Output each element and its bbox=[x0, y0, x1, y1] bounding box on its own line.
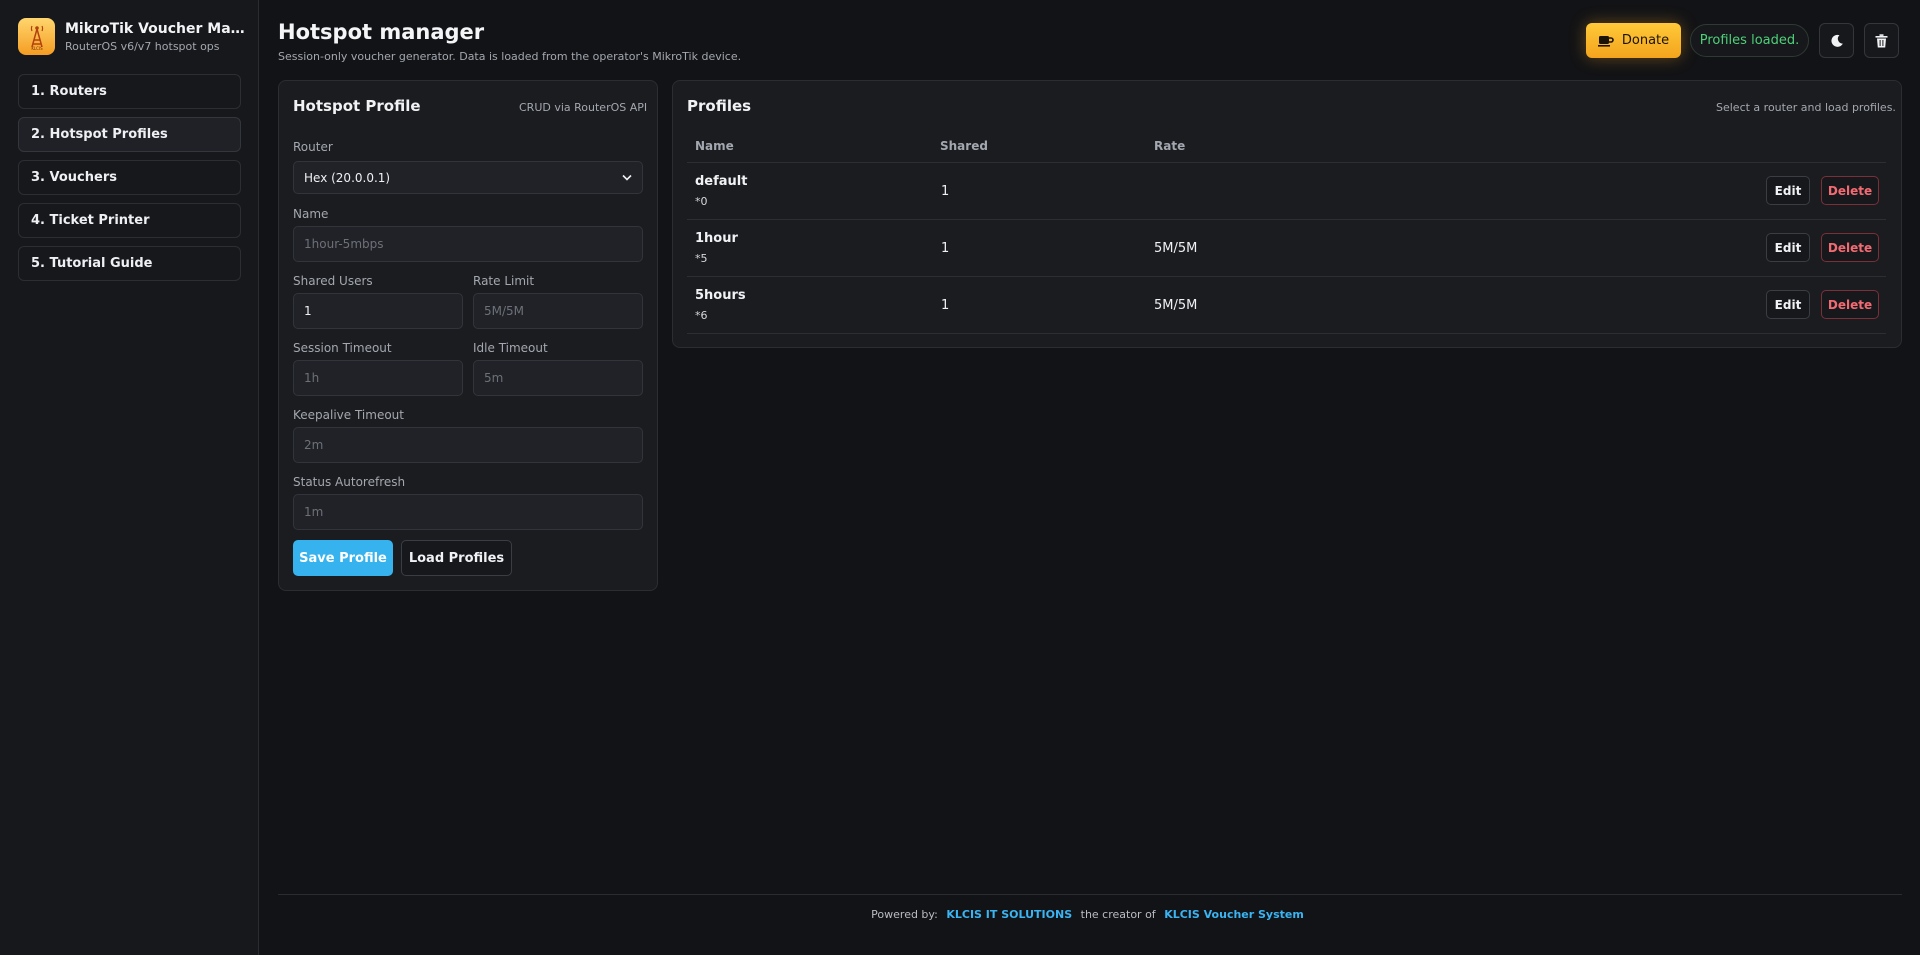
idle-timeout-label: Idle Timeout bbox=[473, 341, 548, 355]
clear-data-button[interactable] bbox=[1864, 23, 1899, 58]
status-autorefresh-label: Status Autorefresh bbox=[293, 475, 406, 489]
delete-button[interactable]: Delete bbox=[1821, 290, 1879, 319]
brand-subtitle: RouterOS v6/v7 hotspot ops bbox=[65, 40, 220, 53]
profile-shared: 1 bbox=[941, 184, 950, 199]
donate-label: Donate bbox=[1621, 33, 1670, 48]
shared-users-label: Shared Users bbox=[293, 274, 373, 288]
profile-rate: 5M/5M bbox=[1154, 241, 1198, 256]
session-timeout-label: Session Timeout bbox=[293, 341, 392, 355]
router-select[interactable]: Hex (20.0.0.1) bbox=[293, 161, 643, 194]
profile-name: default bbox=[695, 174, 748, 189]
footer-middle-text: the creator of bbox=[1080, 908, 1156, 921]
column-header-name: Name bbox=[695, 139, 734, 153]
delete-button[interactable]: Delete bbox=[1821, 233, 1879, 262]
page-subtitle: Session-only voucher generator. Data is … bbox=[278, 50, 742, 63]
footer-company-link[interactable]: KLCIS IT SOLUTIONS bbox=[946, 908, 1072, 921]
status-badge: Profiles loaded. bbox=[1690, 24, 1809, 57]
keepalive-timeout-label: Keepalive Timeout bbox=[293, 408, 404, 422]
chevron-down-icon bbox=[622, 174, 632, 181]
footer-product-link[interactable]: KLCIS Voucher System bbox=[1164, 908, 1304, 921]
hotspot-profile-title: Hotspot Profile bbox=[293, 97, 421, 115]
profile-rate: 5M/5M bbox=[1154, 298, 1198, 313]
status-autorefresh-input[interactable] bbox=[293, 494, 643, 530]
footer-divider bbox=[278, 894, 1902, 895]
profile-id: *5 bbox=[695, 252, 708, 265]
footer-powered-by: Powered by: bbox=[871, 908, 938, 921]
page-title: Hotspot manager bbox=[278, 20, 485, 44]
profile-id: *6 bbox=[695, 309, 708, 322]
table-divider bbox=[687, 219, 1886, 220]
profiles-card bbox=[672, 80, 1902, 348]
profile-shared: 1 bbox=[941, 241, 950, 256]
table-divider bbox=[687, 162, 1886, 163]
moon-icon bbox=[1830, 34, 1843, 47]
sidebar-item-tutorial-guide[interactable]: 5. Tutorial Guide bbox=[18, 246, 241, 281]
keepalive-timeout-input[interactable] bbox=[293, 427, 643, 463]
brand-title: MikroTik Voucher Mana... bbox=[65, 21, 245, 37]
name-input[interactable] bbox=[293, 226, 643, 262]
sidebar-item-routers[interactable]: 1. Routers bbox=[18, 74, 241, 109]
coffee-cup-icon bbox=[1597, 36, 1614, 47]
tower-antenna-icon: KLCIS bbox=[30, 25, 43, 51]
load-profiles-button[interactable]: Load Profiles bbox=[401, 540, 512, 576]
profile-shared: 1 bbox=[941, 298, 950, 313]
table-divider bbox=[687, 333, 1886, 334]
rate-limit-label: Rate Limit bbox=[473, 274, 535, 288]
profiles-note: Select a router and load profiles. bbox=[1716, 101, 1896, 114]
theme-toggle-button[interactable] bbox=[1819, 23, 1854, 58]
edit-button[interactable]: Edit bbox=[1766, 176, 1810, 205]
sidebar: KLCIS MikroTik Voucher Mana... RouterOS … bbox=[0, 0, 259, 955]
edit-button[interactable]: Edit bbox=[1766, 233, 1810, 262]
name-label: Name bbox=[293, 207, 329, 221]
shared-users-input[interactable] bbox=[293, 293, 463, 329]
profile-name: 1hour bbox=[695, 231, 738, 246]
sidebar-item-hotspot-profiles[interactable]: 2. Hotspot Profiles bbox=[18, 117, 241, 152]
rate-limit-input[interactable] bbox=[473, 293, 643, 329]
donate-button[interactable]: Donate bbox=[1586, 23, 1681, 58]
delete-button[interactable]: Delete bbox=[1821, 176, 1879, 205]
profile-name: 5hours bbox=[695, 288, 746, 303]
column-header-rate: Rate bbox=[1154, 139, 1186, 153]
sidebar-item-ticket-printer[interactable]: 4. Ticket Printer bbox=[18, 203, 241, 238]
edit-button[interactable]: Edit bbox=[1766, 290, 1810, 319]
profile-id: *0 bbox=[695, 195, 708, 208]
router-label: Router bbox=[293, 140, 333, 154]
column-header-shared: Shared bbox=[940, 139, 988, 153]
sidebar-item-vouchers[interactable]: 3. Vouchers bbox=[18, 160, 241, 195]
svg-text:KLCIS: KLCIS bbox=[31, 46, 43, 51]
table-divider bbox=[687, 276, 1886, 277]
idle-timeout-input[interactable] bbox=[473, 360, 643, 396]
session-timeout-input[interactable] bbox=[293, 360, 463, 396]
footer: Powered by: KLCIS IT SOLUTIONS the creat… bbox=[278, 908, 1902, 921]
router-select-value: Hex (20.0.0.1) bbox=[304, 170, 391, 185]
profiles-title: Profiles bbox=[687, 97, 752, 115]
brand: KLCIS MikroTik Voucher Mana... RouterOS … bbox=[18, 18, 245, 58]
save-profile-button[interactable]: Save Profile bbox=[293, 540, 393, 576]
crud-note: CRUD via RouterOS API bbox=[519, 101, 648, 114]
trash-icon bbox=[1875, 33, 1888, 47]
brand-logo: KLCIS bbox=[18, 18, 55, 55]
